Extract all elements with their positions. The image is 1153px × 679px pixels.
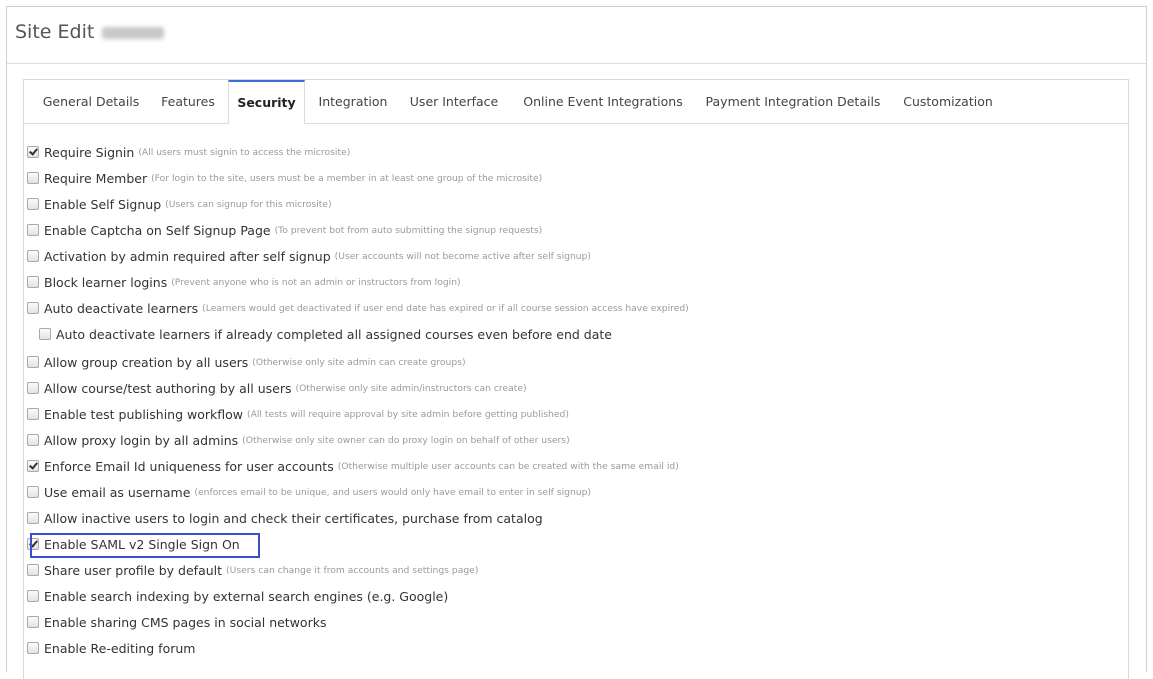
checkbox[interactable]: [27, 512, 39, 524]
option-require-signin[interactable]: Require Signin (All users must signin to…: [27, 143, 350, 161]
option-enable-captcha[interactable]: Enable Captcha on Self Signup Page (To p…: [27, 221, 542, 239]
option-label: Auto deactivate learners: [44, 300, 199, 316]
option-hint: (Otherwise only site admin can create gr…: [252, 356, 466, 368]
page-title: Site Edit: [15, 21, 95, 43]
option-hint: (For login to the site, users must be a …: [151, 172, 543, 184]
tab-integration[interactable]: Integration: [313, 80, 393, 123]
option-search-indexing[interactable]: Enable search indexing by external searc…: [27, 587, 448, 605]
checkbox[interactable]: [27, 616, 39, 628]
tab-security[interactable]: Security: [228, 80, 305, 124]
checkbox[interactable]: [27, 382, 39, 394]
option-cms-social-sharing[interactable]: Enable sharing CMS pages in social netwo…: [27, 613, 326, 631]
option-allow-course-authoring[interactable]: Allow course/test authoring by all users…: [27, 379, 527, 397]
option-hint: (Users can signup for this microsite): [165, 198, 332, 210]
checkbox[interactable]: [27, 302, 39, 314]
option-test-publishing-workflow[interactable]: Enable test publishing workflow (All tes…: [27, 405, 569, 423]
option-admin-activation[interactable]: Activation by admin required after self …: [27, 247, 591, 265]
tab-payment-integration-details[interactable]: Payment Integration Details: [700, 80, 886, 123]
option-label: Allow course/test authoring by all users: [44, 380, 292, 396]
option-label: Enable Re-editing forum: [44, 640, 196, 656]
checkbox[interactable]: [27, 486, 39, 498]
checkbox[interactable]: [39, 328, 51, 340]
checkbox[interactable]: [27, 198, 39, 210]
option-label: Enable sharing CMS pages in social netwo…: [44, 614, 327, 630]
checkbox[interactable]: [27, 642, 39, 654]
option-label: Require Member: [44, 170, 148, 186]
option-hint: (To prevent bot from auto submitting the…: [274, 224, 543, 236]
option-hint: (Otherwise multiple user accounts can be…: [337, 460, 679, 472]
tab-features[interactable]: Features: [154, 80, 222, 123]
option-auto-deactivate-learners[interactable]: Auto deactivate learners (Learners would…: [27, 299, 689, 317]
option-label: Enable Self Signup: [44, 196, 162, 212]
option-label: Auto deactivate learners if already comp…: [56, 326, 612, 342]
checkbox[interactable]: [27, 538, 39, 550]
checkbox[interactable]: [27, 146, 39, 158]
option-email-uniqueness[interactable]: Enforce Email Id uniqueness for user acc…: [27, 457, 679, 475]
option-inactive-users-login[interactable]: Allow inactive users to login and check …: [27, 509, 543, 527]
option-hint: (Otherwise only site owner can do proxy …: [242, 434, 570, 446]
option-re-editing-forum[interactable]: Enable Re-editing forum: [27, 639, 195, 657]
checkbox[interactable]: [27, 408, 39, 420]
title-row: Site Edit: [15, 17, 165, 47]
option-hint: (Users can change it from accounts and s…: [226, 564, 479, 576]
checkbox[interactable]: [27, 564, 39, 576]
option-label: Allow proxy login by all admins: [44, 432, 239, 448]
tab-customization[interactable]: Customization: [896, 80, 1000, 123]
tab-general-details[interactable]: General Details: [32, 80, 150, 123]
option-hint: (All users must signin to access the mic…: [138, 146, 351, 158]
checkbox[interactable]: [27, 356, 39, 368]
checkbox[interactable]: [27, 434, 39, 446]
site-edit-window: Site Edit General Details Features Secur…: [6, 6, 1147, 679]
checkbox[interactable]: [27, 224, 39, 236]
option-label: Allow inactive users to login and check …: [44, 510, 543, 526]
tab-online-event-integrations[interactable]: Online Event Integrations: [517, 80, 689, 123]
option-email-as-username[interactable]: Use email as username (enforces email to…: [27, 483, 591, 501]
checkbox[interactable]: [27, 276, 39, 288]
option-hint: (enforces email to be unique, and users …: [194, 486, 592, 498]
option-hint: (All tests will require approval by site…: [247, 408, 569, 420]
checkbox[interactable]: [27, 172, 39, 184]
tab-user-interface[interactable]: User Interface: [404, 80, 504, 123]
option-block-learner-logins[interactable]: Block learner logins (Prevent anyone who…: [27, 273, 461, 291]
option-saml-sso[interactable]: Enable SAML v2 Single Sign On: [27, 535, 240, 553]
option-label: Enable search indexing by external searc…: [44, 588, 449, 604]
option-auto-deactivate-completed[interactable]: Auto deactivate learners if already comp…: [39, 325, 612, 343]
option-label: Enable test publishing workflow: [44, 406, 243, 422]
tab-bar: General Details Features Security Integr…: [24, 80, 1128, 124]
option-enable-self-signup[interactable]: Enable Self Signup (Users can signup for…: [27, 195, 332, 213]
checkbox[interactable]: [27, 460, 39, 472]
option-hint: (Otherwise only site admin/instructors c…: [295, 382, 527, 394]
option-label: Enforce Email Id uniqueness for user acc…: [44, 458, 334, 474]
option-label: Enable SAML v2 Single Sign On: [44, 536, 240, 552]
option-label: Share user profile by default: [44, 562, 223, 578]
site-name-redacted: [102, 27, 165, 39]
option-label: Enable Captcha on Self Signup Page: [44, 222, 271, 238]
option-share-user-profile[interactable]: Share user profile by default (Users can…: [27, 561, 478, 579]
option-label: Use email as username: [44, 484, 191, 500]
checkbox[interactable]: [27, 250, 39, 262]
tab-panel: General Details Features Security Integr…: [23, 79, 1129, 679]
checkbox[interactable]: [27, 590, 39, 602]
option-hint: (Learners would get deactivated if user …: [202, 302, 689, 314]
option-label: Activation by admin required after self …: [44, 248, 331, 264]
option-hint: (Prevent anyone who is not an admin or i…: [171, 276, 461, 288]
option-label: Block learner logins: [44, 274, 168, 290]
option-require-member[interactable]: Require Member (For login to the site, u…: [27, 169, 542, 187]
option-label: Require Signin: [44, 144, 135, 160]
option-hint: (User accounts will not become active af…: [334, 250, 592, 262]
option-proxy-login[interactable]: Allow proxy login by all admins (Otherwi…: [27, 431, 570, 449]
title-divider: [7, 63, 1146, 64]
option-label: Allow group creation by all users: [44, 354, 249, 370]
option-allow-group-creation[interactable]: Allow group creation by all users (Other…: [27, 353, 466, 371]
